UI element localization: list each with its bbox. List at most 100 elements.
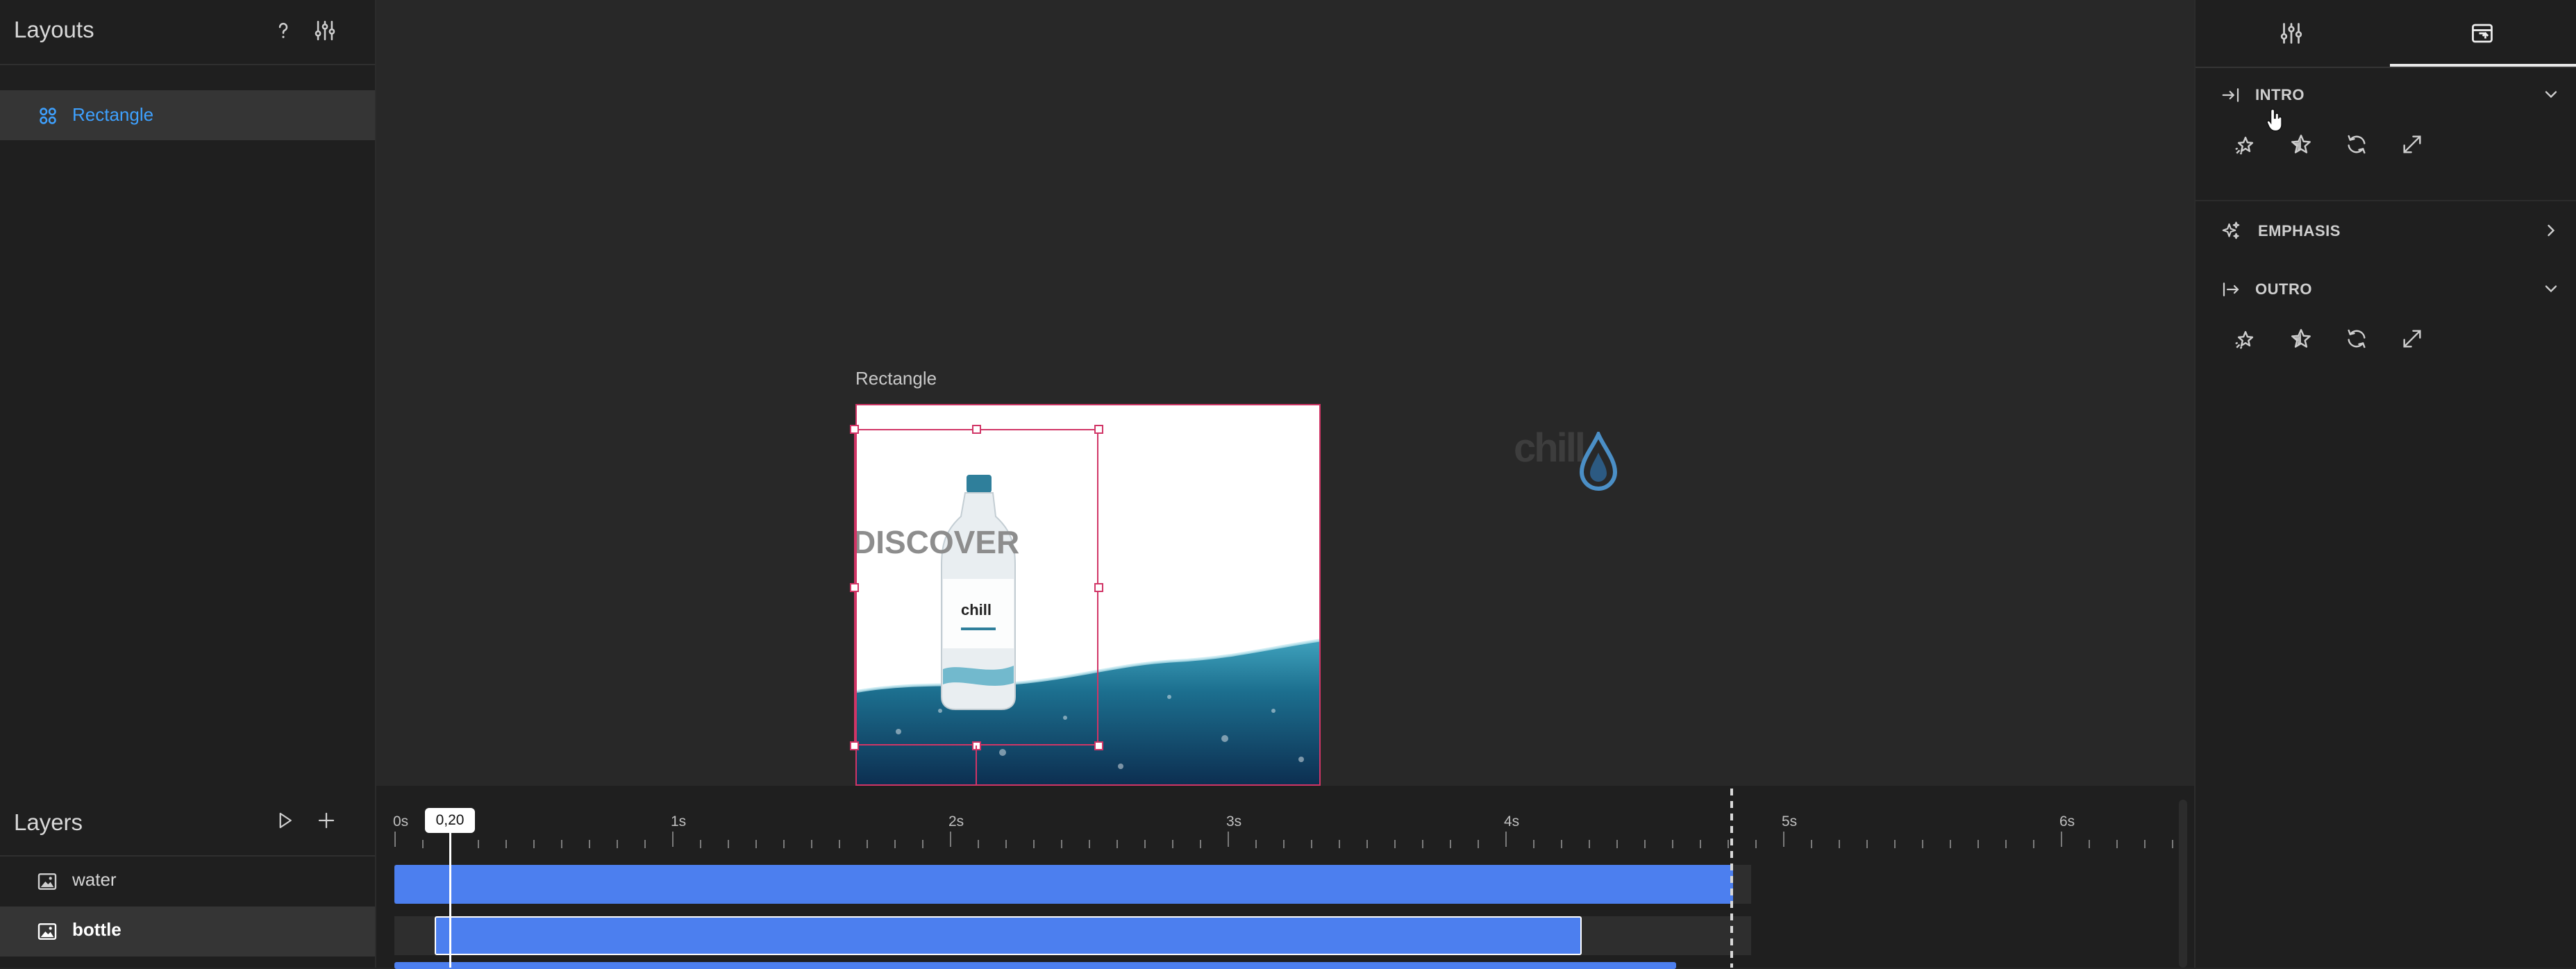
timeline[interactable]: 0s 1s 2s 3s 4s 5s 6s 0,20 [376, 786, 2194, 969]
selection-box[interactable] [854, 429, 1098, 745]
ruler-minor-tick [1394, 840, 1396, 848]
ruler-minor-tick [1755, 840, 1757, 848]
ruler-minor-tick [1589, 840, 1590, 848]
outro-anim-star[interactable] [2283, 321, 2319, 357]
ruler-minor-tick [422, 840, 424, 848]
layout-settings-button[interactable] [308, 14, 342, 47]
ruler-minor-tick [1172, 840, 1173, 848]
help-button[interactable] [267, 14, 300, 47]
ruler-minor-tick [617, 840, 618, 848]
intro-anim-star[interactable] [2283, 126, 2319, 162]
ruler-label: 4s [1504, 814, 1520, 829]
inspector-tab-bar [2196, 0, 2576, 68]
ruler-minor-tick [1200, 840, 1201, 848]
refresh-icon [2348, 329, 2366, 348]
emphasis-title: EMPHASIS [2258, 222, 2341, 239]
ruler-minor-tick [2033, 840, 2034, 848]
resize-handle-top[interactable] [972, 425, 981, 434]
ruler-minor-tick [1144, 840, 1146, 848]
ruler-minor-tick [1616, 840, 1618, 848]
ruler-minor-tick [894, 840, 896, 848]
clip-next-layer[interactable] [394, 962, 1676, 969]
timeline-scrollbar[interactable] [2179, 800, 2187, 968]
ruler-minor-tick [811, 840, 812, 848]
outro-anim-sparkle-star[interactable] [2227, 321, 2264, 357]
timeline-tracks [376, 855, 2182, 969]
resize-handle-left[interactable] [850, 583, 859, 592]
ruler-minor-tick [2005, 840, 2007, 848]
ruler-minor-tick [505, 840, 507, 848]
ruler-minor-tick [1422, 840, 1423, 848]
ruler-minor-tick [1450, 840, 1451, 848]
ruler-label: 5s [1782, 814, 1798, 829]
ruler-minor-tick [1533, 840, 1534, 848]
outro-section-header[interactable]: OUTRO [2196, 271, 2576, 307]
outro-anim-refresh[interactable] [2339, 321, 2375, 357]
tab-properties[interactable] [2196, 0, 2386, 67]
intro-anim-expand[interactable] [2394, 126, 2430, 162]
star-icon [2291, 135, 2311, 153]
ruler-minor-tick [1894, 840, 1896, 848]
selection-guide [976, 745, 977, 786]
ruler-minor-tick [1061, 840, 1062, 848]
ruler-label: 1s [671, 814, 687, 829]
expand-icon [2403, 330, 2421, 348]
emphasis-section-header[interactable]: EMPHASIS [2196, 212, 2576, 248]
layout-grid-icon [37, 106, 58, 126]
end-marker[interactable] [1730, 789, 1733, 968]
image-icon [37, 923, 57, 940]
ruler-minor-tick [1283, 840, 1285, 848]
ruler-minor-tick [1977, 840, 1979, 848]
add-layer-button[interactable] [310, 804, 343, 837]
play-button[interactable] [268, 804, 301, 837]
sparkle-star-icon [2235, 136, 2254, 155]
ruler-minor-tick [700, 840, 701, 848]
layout-item-rectangle[interactable]: Rectangle [0, 90, 375, 140]
sparkle-star-icon [2235, 330, 2254, 349]
layout-item-label: Rectangle [72, 104, 154, 125]
expand-icon [2403, 135, 2421, 153]
arrow-out-bar-icon [2223, 283, 2239, 296]
layer-row-water[interactable]: water [0, 857, 375, 907]
brand-logo-text: chill [1514, 425, 1586, 471]
layer-name: bottle [72, 919, 122, 940]
ruler-minor-tick [589, 840, 590, 848]
ruler-major-tick [1228, 832, 1229, 847]
layouts-header: Layouts [0, 0, 375, 65]
ruler-minor-tick [1366, 840, 1368, 848]
tab-animations[interactable] [2386, 0, 2576, 67]
resize-handle-top-left[interactable] [850, 425, 859, 434]
playhead-line[interactable] [449, 832, 451, 968]
ruler-minor-tick [561, 840, 562, 848]
sparkles-icon [2222, 221, 2240, 239]
ruler-minor-tick [1005, 840, 1007, 848]
intro-title: INTRO [2255, 86, 2305, 103]
arrow-into-bar-icon [2222, 88, 2239, 102]
resize-handle-bottom-left[interactable] [850, 741, 859, 750]
resize-handle-right[interactable] [1094, 583, 1103, 592]
layers-panel: Layers water bottle [0, 786, 376, 968]
intro-section-header[interactable]: INTRO [2196, 76, 2576, 112]
clip-bottle[interactable] [435, 916, 1582, 955]
layers-title: Layers [14, 809, 83, 835]
timeline-ruler[interactable]: 0s 1s 2s 3s 4s 5s 6s [376, 786, 2182, 854]
ruler-minor-tick [1839, 840, 1840, 848]
animation-panel-icon [2471, 24, 2493, 43]
intro-anim-refresh[interactable] [2339, 126, 2375, 162]
outro-anim-expand[interactable] [2394, 321, 2430, 357]
ruler-major-tick [2061, 832, 2062, 847]
ruler-minor-tick [1311, 840, 1312, 848]
active-tab-indicator [2390, 64, 2576, 67]
chevron-down-icon[interactable] [2541, 85, 2561, 104]
playhead-time-badge[interactable]: 0,20 [425, 808, 475, 833]
chevron-down-icon[interactable] [2541, 279, 2561, 298]
layer-name: water [72, 869, 117, 890]
resize-handle-bottom-right[interactable] [1094, 741, 1103, 750]
resize-handle-top-right[interactable] [1094, 425, 1103, 434]
intro-anim-sparkle-star[interactable] [2227, 126, 2264, 162]
ruler-minor-tick [1644, 840, 1646, 848]
outro-title: OUTRO [2255, 280, 2312, 298]
chevron-right-icon[interactable] [2541, 221, 2561, 240]
layer-row-bottle[interactable]: bottle [0, 907, 375, 957]
clip-water[interactable] [394, 865, 1733, 904]
